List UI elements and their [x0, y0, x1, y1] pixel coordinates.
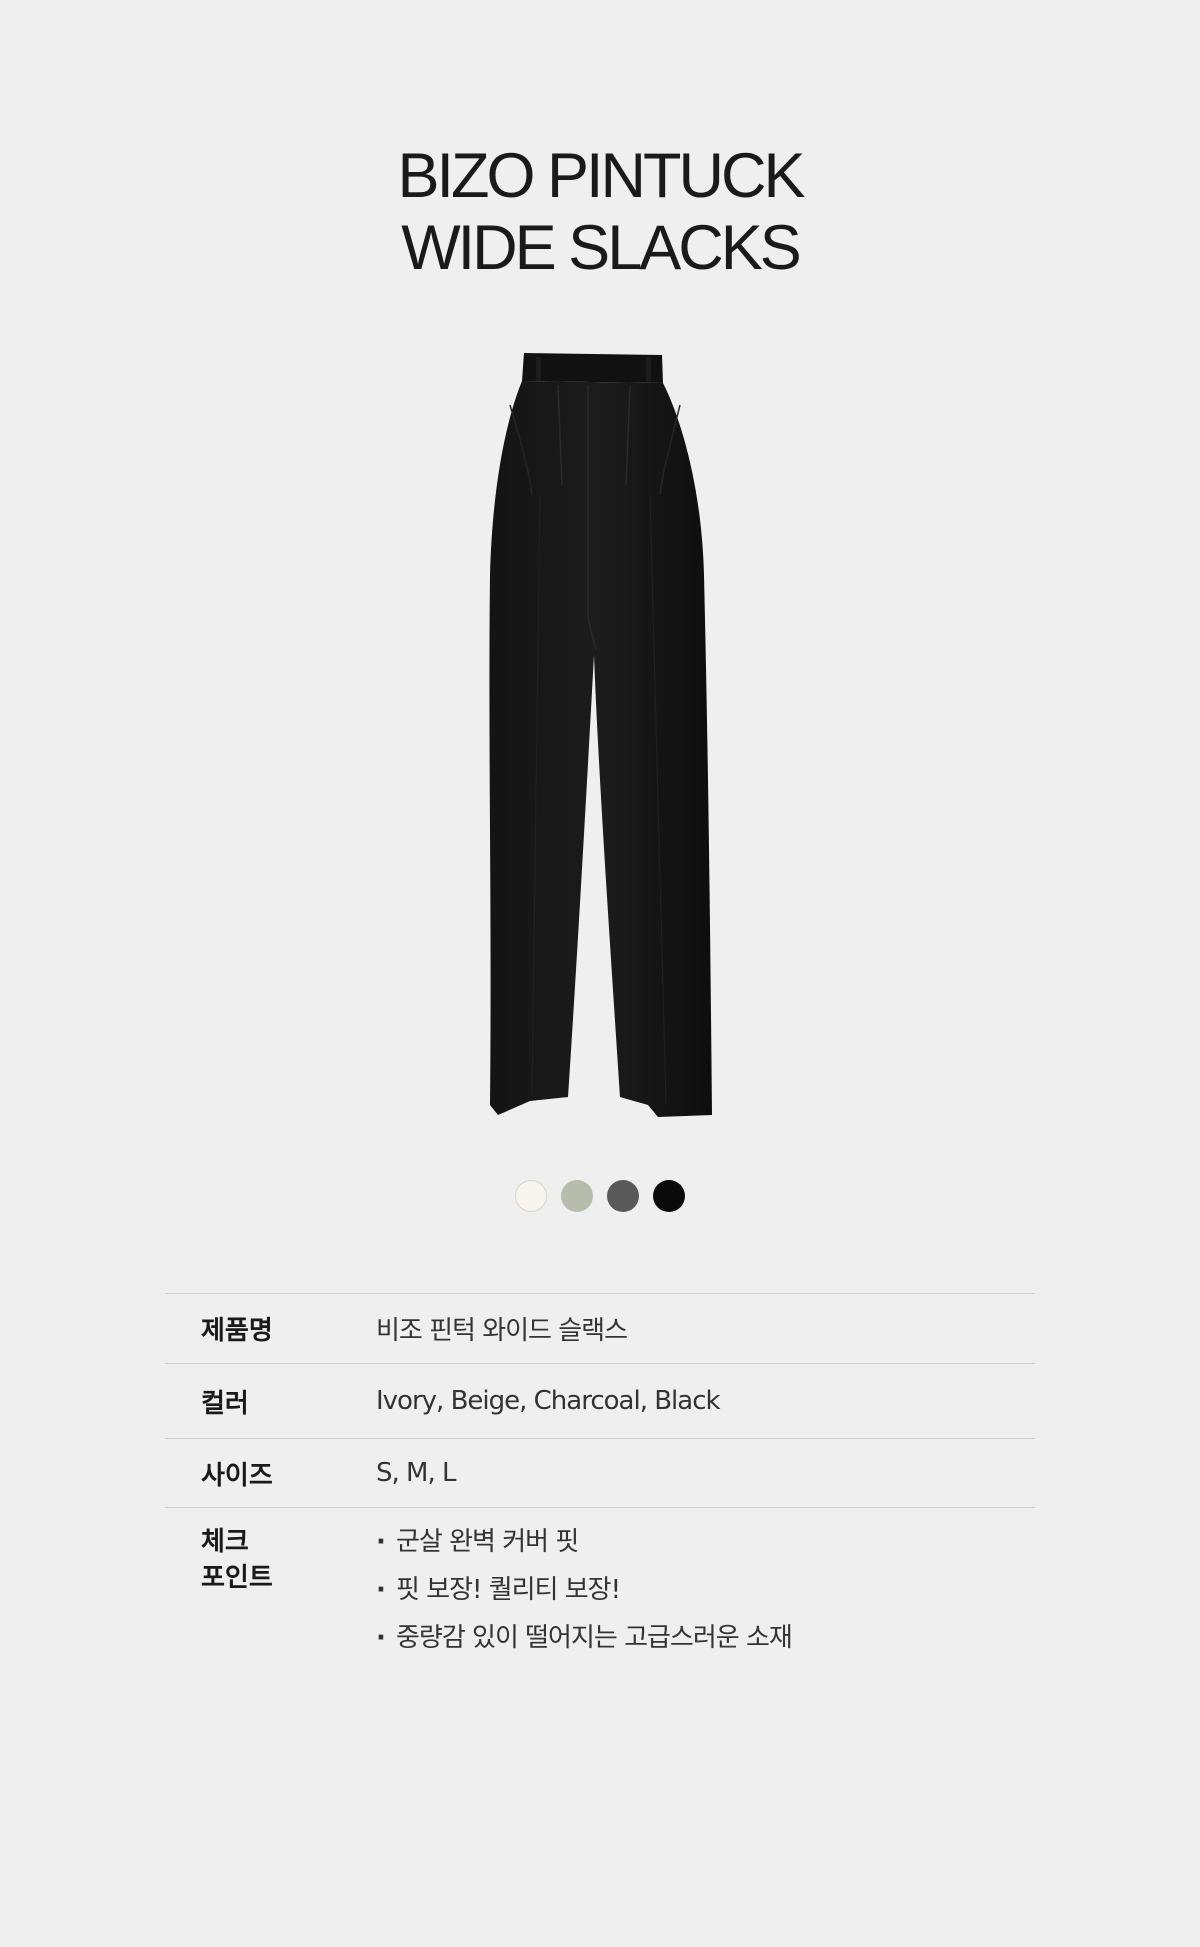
product-title-line2: WIDE SLACKS — [401, 213, 802, 283]
info-row-check-points: 체크 포인트 군살 완벽 커버 핏 핏 보장! 퀄리티 보장! 중량감 있이 떨… — [165, 1508, 1035, 1662]
check-point-item: 핏 보장! 퀄리티 보장! — [376, 1566, 1035, 1614]
swatch-charcoal[interactable] — [607, 1180, 639, 1212]
swatch-ivory[interactable] — [515, 1180, 547, 1212]
info-label-check-points: 체크 포인트 — [165, 1524, 376, 1662]
info-value-name: 비조 핀턱 와이드 슬랙스 — [376, 1316, 628, 1346]
check-points-list: 군살 완벽 커버 핏 핏 보장! 퀄리티 보장! 중량감 있이 떨어지는 고급스… — [376, 1518, 1035, 1662]
swatch-beige[interactable] — [561, 1180, 593, 1212]
info-value-size: S, M, L — [376, 1458, 456, 1488]
check-point-item: 중량감 있이 떨어지는 고급스러운 소재 — [376, 1614, 1035, 1662]
info-row-size: 사이즈 S, M, L — [165, 1439, 1035, 1508]
info-row-color: 컬러 Ivory, Beige, Charcoal, Black — [165, 1364, 1035, 1439]
info-label-check-line2: 포인트 — [201, 1563, 273, 1593]
info-label-color: 컬러 — [201, 1388, 249, 1419]
info-value-check-points: 군살 완벽 커버 핏 핏 보장! 퀄리티 보장! 중량감 있이 떨어지는 고급스… — [376, 1518, 1035, 1662]
swatch-black[interactable] — [653, 1180, 685, 1212]
info-label-size: 사이즈 — [201, 1460, 273, 1491]
info-label-name: 제품명 — [201, 1316, 273, 1346]
info-row-name: 제품명 비조 핀턱 와이드 슬랙스 — [165, 1294, 1035, 1364]
product-image-wide-slacks — [489, 353, 712, 1117]
product-info-table: 제품명 비조 핀턱 와이드 슬랙스 컬러 Ivory, Beige, Charc… — [165, 1293, 1035, 1662]
product-title: BIZO PINTUCK WIDE SLACKS — [0, 140, 1200, 284]
info-label-check-line1: 체크 — [201, 1527, 249, 1557]
product-title-line1: BIZO PINTUCK — [397, 141, 805, 211]
check-point-item: 군살 완벽 커버 핏 — [376, 1518, 1035, 1566]
color-swatches — [0, 1180, 1200, 1212]
info-value-color: Ivory, Beige, Charcoal, Black — [376, 1386, 721, 1416]
